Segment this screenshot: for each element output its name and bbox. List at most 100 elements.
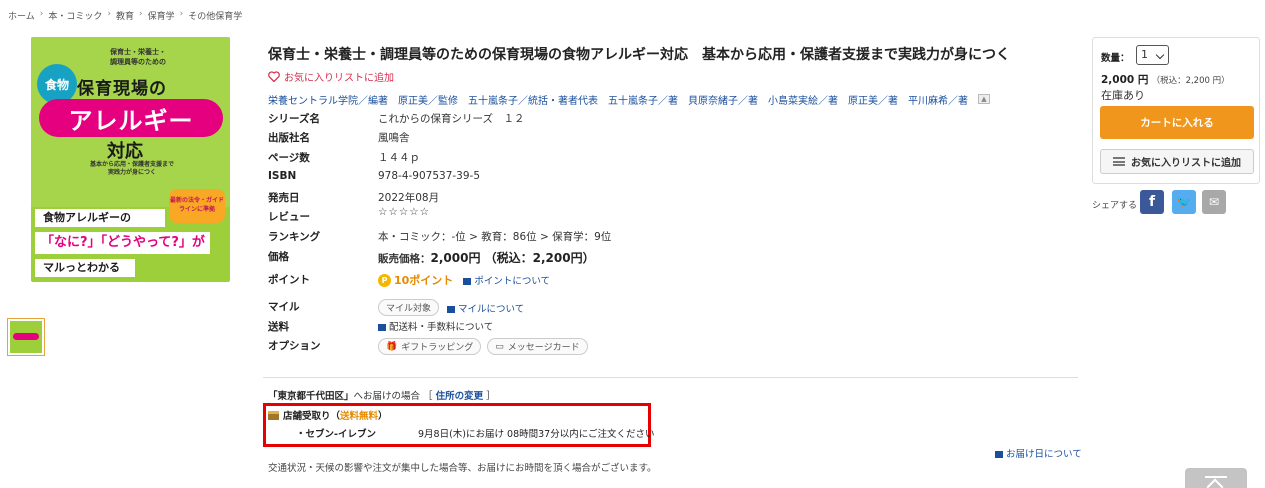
- delivery-area-close: ］: [486, 391, 496, 402]
- breadcrumb-education[interactable]: 教育: [116, 9, 134, 22]
- share-label: シェアする: [1092, 201, 1138, 211]
- price-prefix: 販売価格：: [378, 253, 431, 265]
- spec-label: ポイント: [268, 274, 310, 286]
- cover-band-1: 食物アレルギーの: [35, 209, 165, 227]
- spec-label: 発売日: [268, 192, 300, 204]
- cover-allergy-banner: アレルギー: [39, 99, 223, 137]
- mile-about-link[interactable]: マイルについて: [447, 301, 524, 315]
- delivery-area-line: 「東京都千代田区」へお届けの場合 ［ 住所の変更 ］: [268, 388, 496, 402]
- spec-label: 出版社名: [268, 132, 310, 144]
- cover-band-2: 「なに?」「どうやって?」が: [35, 232, 210, 254]
- twitter-share-button[interactable]: 🐦: [1172, 190, 1196, 214]
- breadcrumb-home[interactable]: ホーム: [8, 9, 35, 22]
- spec-label: オプション: [268, 340, 321, 352]
- mail-share-button[interactable]: ✉: [1202, 190, 1226, 214]
- breadcrumb: ホーム › 本・コミック › 教育 › 保育学 › その他保育学: [8, 9, 242, 22]
- heart-icon: [268, 71, 280, 82]
- author-link[interactable]: 貝原奈緒子／著: [688, 92, 758, 107]
- spec-label: 送料: [268, 321, 289, 333]
- breadcrumb-other-childcare[interactable]: その他保育学: [188, 9, 242, 22]
- spec-label: シリーズ名: [268, 113, 320, 125]
- pages-value: １４４ｐ: [378, 152, 420, 164]
- spec-label: ページ数: [268, 152, 310, 164]
- document-icon: [447, 305, 456, 313]
- list-add-icon: [1113, 157, 1125, 166]
- gift-icon: 🎁: [386, 341, 398, 352]
- cover-food-badge: 食物: [37, 64, 77, 104]
- cover-subtitle-top: 保育士・栄養士・ 調理員等のための: [110, 48, 166, 66]
- date-value: 2022年08月: [378, 192, 440, 204]
- breadcrumb-separator: ›: [179, 9, 184, 19]
- breadcrumb-separator: ›: [39, 9, 44, 19]
- author-link[interactable]: 五十嵐条子／著: [608, 92, 678, 107]
- favorite-label: お気に入りリストに追加: [284, 73, 394, 84]
- breadcrumb-books[interactable]: 本・コミック: [48, 9, 102, 22]
- cover-taiou: 対応: [107, 141, 143, 162]
- stock-status: 在庫あり: [1101, 89, 1145, 102]
- delivery-notice: 交通状況・天候の影響や注文が集中した場合等、お届けにお時間を頂く場合がございます…: [268, 463, 657, 474]
- point-text: 10ポイント: [394, 274, 454, 287]
- quantity-label: 数量：: [1101, 53, 1130, 64]
- gift-wrapping-chip[interactable]: 🎁 ギフトラッピング: [378, 338, 482, 355]
- point-icon: P: [378, 273, 391, 287]
- mail-icon: ✉: [1208, 195, 1220, 209]
- spec-label: マイル: [268, 301, 300, 313]
- option-value-wrap: 🎁 ギフトラッピング ▭ メッセージカード: [378, 338, 588, 355]
- quantity-select[interactable]: 1: [1136, 45, 1169, 65]
- collapse-authors-icon[interactable]: ▲: [978, 94, 990, 104]
- ranking-link[interactable]: 本・コミック：-位 > 教育：86位 > 保育学：9位: [378, 229, 611, 244]
- facebook-icon: f: [1148, 194, 1156, 210]
- author-link[interactable]: 原正美／著: [848, 92, 898, 107]
- wishlist-label: お気に入りリストに追加: [1131, 158, 1241, 169]
- store-delivery-time: 9月8日(木)にお届け 08時間37分以内にご注文ください: [418, 429, 655, 440]
- cover-sub-text: 基本から応用・保護者支援まで 実践力が身につく: [89, 161, 174, 176]
- change-address-link[interactable]: 住所の変更: [436, 391, 484, 402]
- document-icon: [995, 451, 1003, 458]
- store-icon: [268, 410, 279, 420]
- author-link[interactable]: 平川麻希／著: [908, 92, 968, 107]
- delivery-date-about-link[interactable]: お届け日について: [995, 446, 1082, 460]
- point-value-wrap: P 10ポイント ポイントについて: [378, 272, 550, 288]
- section-divider: [263, 377, 1078, 378]
- spec-label: ランキング: [268, 231, 321, 243]
- isbn-value: 978-4-907537-39-5: [378, 170, 481, 182]
- series-link[interactable]: これからの保育シリーズ １２: [378, 111, 524, 126]
- spec-label: ISBN: [268, 170, 297, 182]
- delivery-area-suffix: へお届けの場合 ［: [353, 391, 433, 402]
- breadcrumb-separator: ›: [107, 9, 111, 19]
- back-to-top-button[interactable]: [1185, 468, 1247, 488]
- document-icon: [378, 324, 386, 331]
- delivery-area: 「東京都千代田区」: [268, 391, 354, 402]
- price-value: 2,000円 （税込：2,200円）: [430, 251, 595, 265]
- point-about-link[interactable]: ポイントについて: [463, 273, 550, 287]
- facebook-share-button[interactable]: f: [1140, 190, 1164, 214]
- cover-band-3: マルっとわかる: [35, 259, 135, 277]
- card-icon: ▭: [495, 341, 504, 352]
- cover-thumbnail[interactable]: [7, 318, 45, 356]
- cover-orange-badge: 最新の法令・ガイドラインに準拠: [169, 189, 225, 223]
- product-title: 保育士・栄養士・調理員等のための保育現場の食物アレルギー対応 基本から応用・保護…: [268, 47, 1010, 63]
- twitter-icon: 🐦: [1176, 195, 1192, 209]
- breadcrumb-separator: ›: [138, 9, 143, 19]
- author-link[interactable]: 栄養セントラル学院／編著: [268, 92, 388, 107]
- publisher-link[interactable]: 風鳴舎: [378, 130, 410, 145]
- breadcrumb-childcare[interactable]: 保育学: [148, 9, 175, 22]
- book-cover-image[interactable]: 保育士・栄養士・ 調理員等のための 食物 保育現場の アレルギー 対応 基本から応…: [31, 37, 230, 282]
- cart-price: 2,000 円 （税込：2,200 円）: [1101, 74, 1230, 86]
- add-to-cart-button[interactable]: カートに入れる: [1100, 106, 1254, 139]
- author-link[interactable]: 五十嵐条子／統括・著者代表: [468, 92, 598, 107]
- spec-label: レビュー: [268, 211, 310, 223]
- cover-title-main: 保育現場の: [77, 79, 167, 99]
- store-name: ・セブン-イレブン: [296, 429, 376, 440]
- favorite-link[interactable]: お気に入りリストに追加: [268, 69, 394, 84]
- add-to-wishlist-button[interactable]: お気に入りリストに追加: [1100, 149, 1254, 174]
- author-link[interactable]: 小島菜実絵／著: [768, 92, 838, 107]
- shipping-about-link[interactable]: 配送料・手数料について: [378, 319, 493, 333]
- author-link[interactable]: 原正美／監修: [398, 92, 458, 107]
- review-stars-icon[interactable]: ☆☆☆☆☆: [378, 206, 430, 218]
- message-card-chip[interactable]: ▭ メッセージカード: [487, 338, 588, 355]
- store-pickup-text: 店舗受取り（送料無料）: [283, 411, 388, 422]
- point-value: P 10ポイント: [378, 272, 453, 288]
- thumbnail-image: [10, 321, 42, 353]
- spec-label: 価格: [268, 251, 289, 263]
